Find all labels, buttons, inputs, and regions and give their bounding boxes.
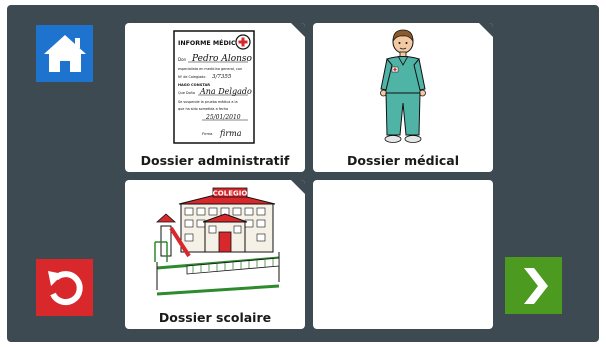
card-dossier-medical[interactable]: Dossier médical [313,23,493,172]
report-line-don: Don [178,57,187,62]
card-label: Dossier administratif [140,153,290,168]
school-sign: COLEGIO [213,190,248,198]
report-signature-patient: Ana Delgado [199,87,252,96]
report-line-2: especialista en medicina general, con [178,67,242,71]
report-line-7: que ha sido sometida a fecha [178,107,228,111]
chevron-right-icon [523,267,548,304]
report-signature: firma [219,129,242,138]
card-dossier-administratif[interactable]: INFORME MÉDICO Don Pedro Alonso especial… [125,23,305,172]
home-button[interactable] [36,25,93,82]
report-heading: INFORME MÉDICO [178,38,242,47]
card-label: Dossier scolaire [158,310,272,325]
card-dossier-scolaire[interactable]: COLEGIO Dossier scolaire [125,180,305,329]
school-building-icon: COLEGIO [154,187,281,296]
report-number: 3/7355 [212,74,232,80]
card-empty[interactable] [313,180,493,329]
next-button[interactable] [505,257,562,314]
report-line-6: Se suspende la prueba médica a la [178,100,238,104]
report-signature-doctor: Pedro Alonso [191,54,253,64]
home-icon [43,34,86,72]
app-screen: INFORME MÉDICO Don Pedro Alonso especial… [7,5,599,342]
report-line-5: Que Doña [178,91,195,95]
undo-arrow-icon [47,270,83,305]
card-label: Dossier médical [347,153,459,168]
doctor-figure-icon [380,29,426,143]
medical-report-document-icon: INFORME MÉDICO Don Pedro Alonso especial… [173,30,255,144]
report-line-3: Nº de Colegiado [178,75,205,79]
report-firma-label: Firma [202,131,212,136]
back-button[interactable] [36,259,93,316]
